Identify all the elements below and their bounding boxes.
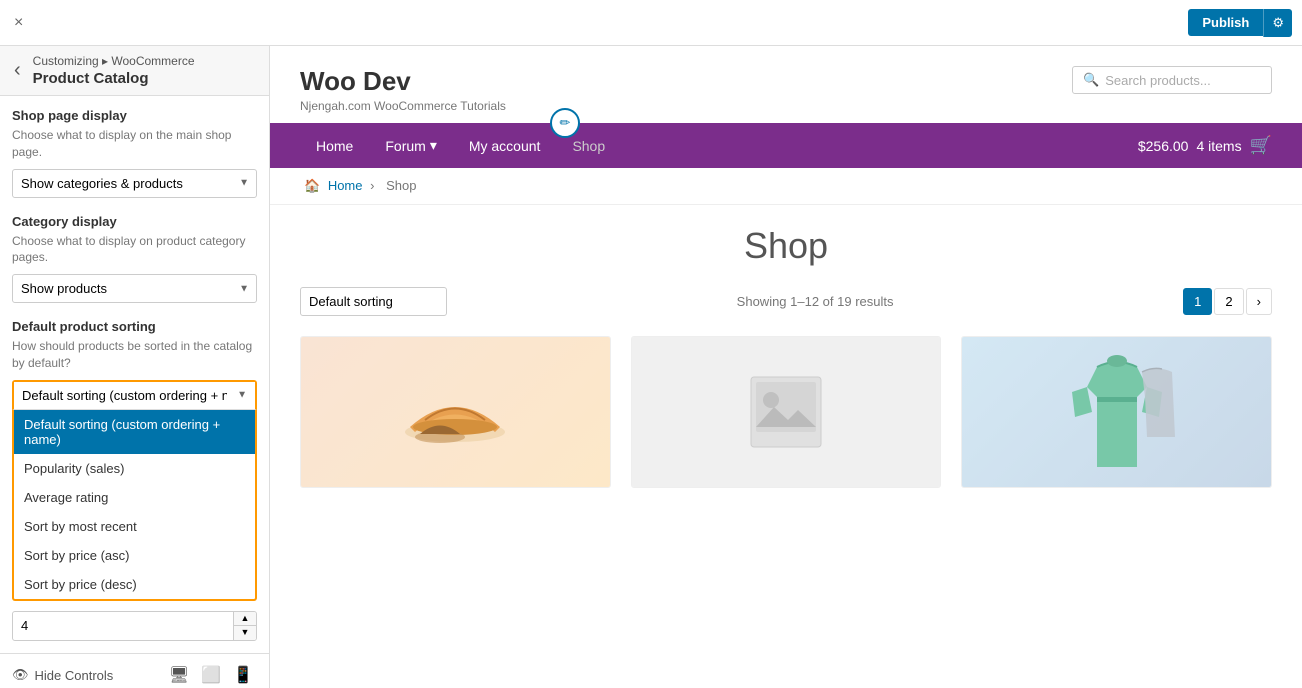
- sidebar-nav: ‹ Customizing ▸ WooCommerce Product Cata…: [0, 46, 269, 96]
- spin-down-button[interactable]: ▼: [234, 626, 256, 640]
- product-image-1: [301, 337, 610, 487]
- shop-page-display-select[interactable]: Show categories & products Show products…: [12, 169, 257, 198]
- sort-option-default[interactable]: Default sorting (custom ordering + name): [14, 410, 255, 454]
- sorting-trigger-select[interactable]: Default sorting (custom ordering + name)…: [14, 382, 255, 409]
- product-image-3: [962, 337, 1271, 487]
- top-bar-left: ×: [10, 10, 27, 36]
- top-bar: × Publish ⚙: [0, 0, 1302, 46]
- number-spinners: ▲ ▼: [233, 612, 256, 640]
- sidebar-content: Shop page display Choose what to display…: [0, 96, 269, 653]
- bottom-bar: 👁 Hide Controls 🖥 ⬜ 📱: [0, 653, 269, 688]
- nav-wrapper: ✏ Home Forum ▾ My account Shop $256.00 4…: [270, 123, 1302, 168]
- desktop-view-button[interactable]: 🖥: [165, 663, 193, 687]
- sort-option-price-desc[interactable]: Sort by price (desc): [14, 570, 255, 599]
- shop-title: Shop: [300, 225, 1272, 267]
- default-sorting-label: Default product sorting: [12, 319, 257, 334]
- hat-illustration: [395, 352, 515, 472]
- sort-option-recent[interactable]: Sort by most recent: [14, 512, 255, 541]
- site-title: Woo Dev: [300, 66, 506, 97]
- site-branding: Woo Dev Njengah.com WooCommerce Tutorial…: [300, 66, 506, 113]
- shop-page-display-section: Shop page display Choose what to display…: [12, 108, 257, 198]
- breadcrumb-home-link[interactable]: Home: [328, 178, 363, 193]
- hide-controls-button[interactable]: 👁 Hide Controls: [12, 667, 113, 683]
- shop-toolbar: Default sorting Sort by popularity Sort …: [300, 287, 1272, 316]
- search-box: 🔍 Search products...: [1072, 66, 1272, 94]
- sort-select[interactable]: Default sorting Sort by popularity Sort …: [300, 287, 447, 316]
- search-icon: 🔍: [1083, 72, 1099, 88]
- products-per-row-section: 4 ▲ ▼: [12, 611, 257, 641]
- back-button[interactable]: ‹: [10, 55, 25, 86]
- chevron-down-icon: ▾: [430, 137, 437, 154]
- pagination: 1 2 ›: [1183, 288, 1272, 315]
- breadcrumb-home-icon: 🏠: [304, 178, 320, 193]
- nav-cart: $256.00 4 items 🛒: [1138, 135, 1272, 156]
- sidebar: ‹ Customizing ▸ WooCommerce Product Cata…: [0, 46, 270, 688]
- gear-button[interactable]: ⚙: [1263, 9, 1292, 37]
- eye-icon: 👁: [12, 667, 29, 683]
- breadcrumb-current: Shop: [386, 178, 416, 193]
- products-per-row-wrapper: 4 ▲ ▼: [12, 611, 257, 641]
- cart-amount: $256.00: [1138, 138, 1189, 154]
- sidebar-section-title: Product Catalog: [33, 68, 195, 87]
- search-placeholder: Search products...: [1105, 73, 1211, 88]
- shop-content: Shop Default sorting Sort by popularity …: [270, 205, 1302, 508]
- page-next-button[interactable]: ›: [1246, 288, 1272, 315]
- breadcrumb: Customizing ▸ WooCommerce Product Catalo…: [33, 54, 195, 87]
- sort-option-rating[interactable]: Average rating: [14, 483, 255, 512]
- view-icons: 🖥 ⬜ 📱: [165, 663, 257, 687]
- nav-home[interactable]: Home: [300, 124, 369, 168]
- tablet-view-button[interactable]: ⬜: [197, 663, 225, 687]
- category-display-desc: Choose what to display on product catego…: [12, 233, 257, 267]
- category-display-select[interactable]: Show products Show categories Show categ…: [12, 274, 257, 303]
- product-card-3: [961, 336, 1272, 488]
- sorting-dropdown-list: Default sorting (custom ordering + name)…: [12, 409, 257, 601]
- hide-controls-label: Hide Controls: [35, 668, 114, 683]
- cart-icon[interactable]: 🛒: [1250, 135, 1272, 156]
- placeholder-illustration: [746, 372, 826, 452]
- shop-page-display-label: Shop page display: [12, 108, 257, 123]
- product-image-2: [632, 337, 941, 487]
- sorting-dropdown-section: Default sorting (custom ordering + name)…: [12, 380, 257, 601]
- product-grid: [300, 336, 1272, 488]
- default-sorting-section: Default product sorting How should produ…: [12, 319, 257, 601]
- page-breadcrumb: 🏠 Home › Shop: [270, 168, 1302, 205]
- publish-button[interactable]: Publish: [1188, 9, 1263, 36]
- nav-forum[interactable]: Forum ▾: [369, 123, 452, 168]
- breadcrumb-separator: ›: [370, 178, 378, 193]
- page-2-button[interactable]: 2: [1214, 288, 1243, 315]
- cart-items-count: 4 items: [1196, 138, 1241, 154]
- sort-select-wrapper: Default sorting Sort by popularity Sort …: [300, 287, 447, 316]
- results-text: Showing 1–12 of 19 results: [737, 294, 894, 309]
- site-nav: Home Forum ▾ My account Shop $256.00 4 i…: [270, 123, 1302, 168]
- mobile-view-button[interactable]: 📱: [229, 663, 257, 687]
- preview-area: Woo Dev Njengah.com WooCommerce Tutorial…: [270, 46, 1302, 688]
- sorting-trigger-wrapper: Default sorting (custom ordering + name)…: [12, 380, 257, 409]
- product-card-2: [631, 336, 942, 488]
- products-per-row-input[interactable]: 4: [13, 613, 233, 638]
- publish-group: Publish ⚙: [1188, 9, 1292, 37]
- category-display-select-wrapper: Show products Show categories Show categ…: [12, 274, 257, 303]
- site-tagline: Njengah.com WooCommerce Tutorials: [300, 99, 506, 113]
- edit-pencil-icon[interactable]: ✏: [550, 108, 580, 138]
- product-card-1: [300, 336, 611, 488]
- shop-page-display-desc: Choose what to display on the main shop …: [12, 127, 257, 161]
- default-sorting-desc: How should products be sorted in the cat…: [12, 338, 257, 372]
- site-header: Woo Dev Njengah.com WooCommerce Tutorial…: [270, 46, 1302, 123]
- breadcrumb-text: Customizing ▸ WooCommerce: [33, 54, 195, 68]
- shop-page-display-select-wrapper: Show categories & products Show products…: [12, 169, 257, 198]
- main-layout: ‹ Customizing ▸ WooCommerce Product Cata…: [0, 46, 1302, 688]
- category-display-label: Category display: [12, 214, 257, 229]
- sort-option-price-asc[interactable]: Sort by price (asc): [14, 541, 255, 570]
- category-display-section: Category display Choose what to display …: [12, 214, 257, 304]
- page-1-button[interactable]: 1: [1183, 288, 1212, 315]
- hoodie-illustration: [1057, 347, 1177, 477]
- spin-up-button[interactable]: ▲: [234, 612, 256, 626]
- sort-option-popularity[interactable]: Popularity (sales): [14, 454, 255, 483]
- nav-myaccount[interactable]: My account: [453, 124, 557, 168]
- close-button[interactable]: ×: [10, 10, 27, 36]
